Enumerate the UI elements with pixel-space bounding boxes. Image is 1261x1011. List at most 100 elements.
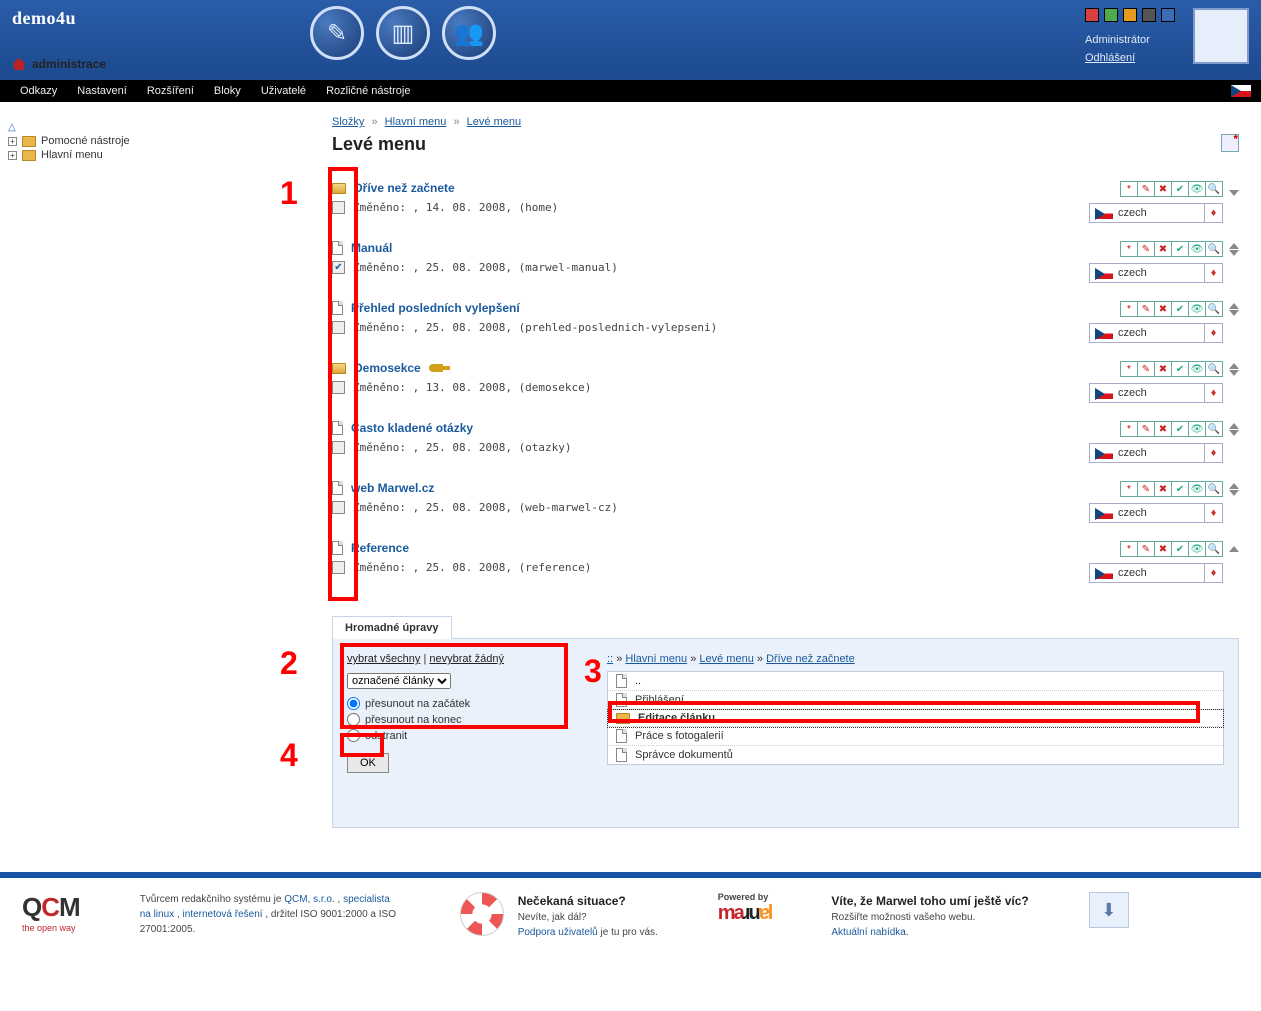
bulk-crumb-3[interactable]: Dříve než začnete [766,653,855,665]
move-down-button[interactable] [1229,250,1239,256]
action-new[interactable]: * [1120,361,1138,377]
download-button[interactable]: ⬇ [1089,892,1129,928]
action-view[interactable]: 👁 [1188,181,1206,197]
move-down-button[interactable] [1229,190,1239,196]
tree-expand-0[interactable]: + [8,137,17,146]
tree-item-1[interactable]: Hlavní menu [41,149,103,161]
ft-link-qcm[interactable]: QCM, s.r.o. [284,894,335,905]
move-down-button[interactable] [1229,430,1239,436]
action-check[interactable]: ✔ [1171,421,1189,437]
action-new[interactable]: * [1120,241,1138,257]
action-edit[interactable]: ✎ [1137,481,1155,497]
item-title[interactable]: Demosekce [354,361,421,375]
bulk-dropdown[interactable]: označené články [347,673,451,689]
action-new[interactable]: * [1120,181,1138,197]
action-check[interactable]: ✔ [1171,301,1189,317]
crumb-1[interactable]: Hlavní menu [385,116,447,128]
theme-square-4[interactable] [1161,8,1175,22]
bulk-list-item[interactable]: Přihlášení [608,691,1223,710]
item-checkbox[interactable] [332,201,345,214]
select-all-link[interactable]: vybrat všechny [347,653,420,665]
action-delete[interactable]: ✖ [1154,301,1172,317]
action-view[interactable]: 👁 [1188,301,1206,317]
bulk-radio-0[interactable] [347,697,360,710]
action-delete[interactable]: ✖ [1154,241,1172,257]
action-check[interactable]: ✔ [1171,181,1189,197]
lang-select[interactable]: czech♦ [1089,323,1223,343]
item-title[interactable]: Reference [351,541,409,555]
round-icon-users[interactable]: 👥 [442,6,496,60]
promo-link[interactable]: Aktuální nabídka [831,927,906,938]
bulk-list-item[interactable]: Práce s fotogalerií [608,727,1223,746]
action-view[interactable]: 👁 [1188,421,1206,437]
item-checkbox[interactable] [332,381,345,394]
move-up-button[interactable] [1229,546,1239,552]
theme-square-3[interactable] [1142,8,1156,22]
chevron-down-icon[interactable]: ♦ [1204,384,1222,402]
action-view[interactable]: 👁 [1188,241,1206,257]
item-checkbox[interactable] [332,501,345,514]
nav-item-5[interactable]: Rozličné nástroje [316,85,420,97]
nav-item-2[interactable]: Rozšíření [137,85,204,97]
action-edit[interactable]: ✎ [1137,301,1155,317]
theme-square-2[interactable] [1123,8,1137,22]
action-new[interactable]: * [1120,541,1138,557]
ft-link-solutions[interactable]: internetová řešení [183,909,263,920]
action-delete[interactable]: ✖ [1154,361,1172,377]
action-preview[interactable]: 🔍 [1205,241,1223,257]
item-checkbox[interactable] [332,321,345,334]
action-edit[interactable]: ✎ [1137,181,1155,197]
move-down-button[interactable] [1229,370,1239,376]
action-delete[interactable]: ✖ [1154,181,1172,197]
item-title[interactable]: Přehled posledních vylepšení [351,301,520,315]
bulk-crumb-1[interactable]: Hlavní menu [625,653,687,665]
action-preview[interactable]: 🔍 [1205,541,1223,557]
action-edit[interactable]: ✎ [1137,421,1155,437]
action-preview[interactable]: 🔍 [1205,361,1223,377]
action-check[interactable]: ✔ [1171,241,1189,257]
tree-item-0[interactable]: Pomocné nástroje [41,135,130,147]
action-delete[interactable]: ✖ [1154,541,1172,557]
move-down-button[interactable] [1229,490,1239,496]
action-view[interactable]: 👁 [1188,481,1206,497]
help-link[interactable]: Podpora uživatelů [518,927,598,938]
nav-item-3[interactable]: Bloky [204,85,251,97]
bulk-list-item[interactable]: Správce dokumentů [608,746,1223,764]
home-label[interactable]: administrace [32,57,106,71]
bulk-tab[interactable]: Hromadné úpravy [332,616,452,639]
chevron-down-icon[interactable]: ♦ [1204,564,1222,582]
logout-link[interactable]: Odhlášení [1085,52,1135,64]
action-new[interactable]: * [1120,301,1138,317]
lang-select[interactable]: czech♦ [1089,263,1223,283]
move-up-button[interactable] [1229,243,1239,249]
action-preview[interactable]: 🔍 [1205,301,1223,317]
theme-square-0[interactable] [1085,8,1099,22]
ok-button[interactable]: OK [347,753,389,773]
chevron-down-icon[interactable]: ♦ [1204,504,1222,522]
bulk-radio-2[interactable] [347,729,360,742]
move-up-button[interactable] [1229,363,1239,369]
crumb-2[interactable]: Levé menu [467,116,521,128]
item-checkbox[interactable]: ✔ [332,261,345,274]
action-check[interactable]: ✔ [1171,481,1189,497]
item-title[interactable]: Často kladené otázky [351,421,473,435]
lang-select[interactable]: czech♦ [1089,503,1223,523]
bulk-crumb-2[interactable]: Levé menu [699,653,753,665]
select-none-link[interactable]: nevybrat žádný [429,653,504,665]
action-delete[interactable]: ✖ [1154,421,1172,437]
theme-square-1[interactable] [1104,8,1118,22]
action-check[interactable]: ✔ [1171,541,1189,557]
chevron-down-icon[interactable]: ♦ [1204,264,1222,282]
round-icon-edit[interactable]: ✎ [310,6,364,60]
item-checkbox[interactable] [332,441,345,454]
bulk-list-item[interactable]: Editace článku [608,710,1223,727]
chevron-down-icon[interactable]: ♦ [1204,444,1222,462]
action-preview[interactable]: 🔍 [1205,421,1223,437]
item-title[interactable]: Manuál [351,241,392,255]
action-view[interactable]: 👁 [1188,541,1206,557]
round-icon-modules[interactable]: ▥ [376,6,430,60]
bulk-list-item[interactable]: .. [608,672,1223,691]
action-preview[interactable]: 🔍 [1205,181,1223,197]
action-view[interactable]: 👁 [1188,361,1206,377]
move-down-button[interactable] [1229,310,1239,316]
